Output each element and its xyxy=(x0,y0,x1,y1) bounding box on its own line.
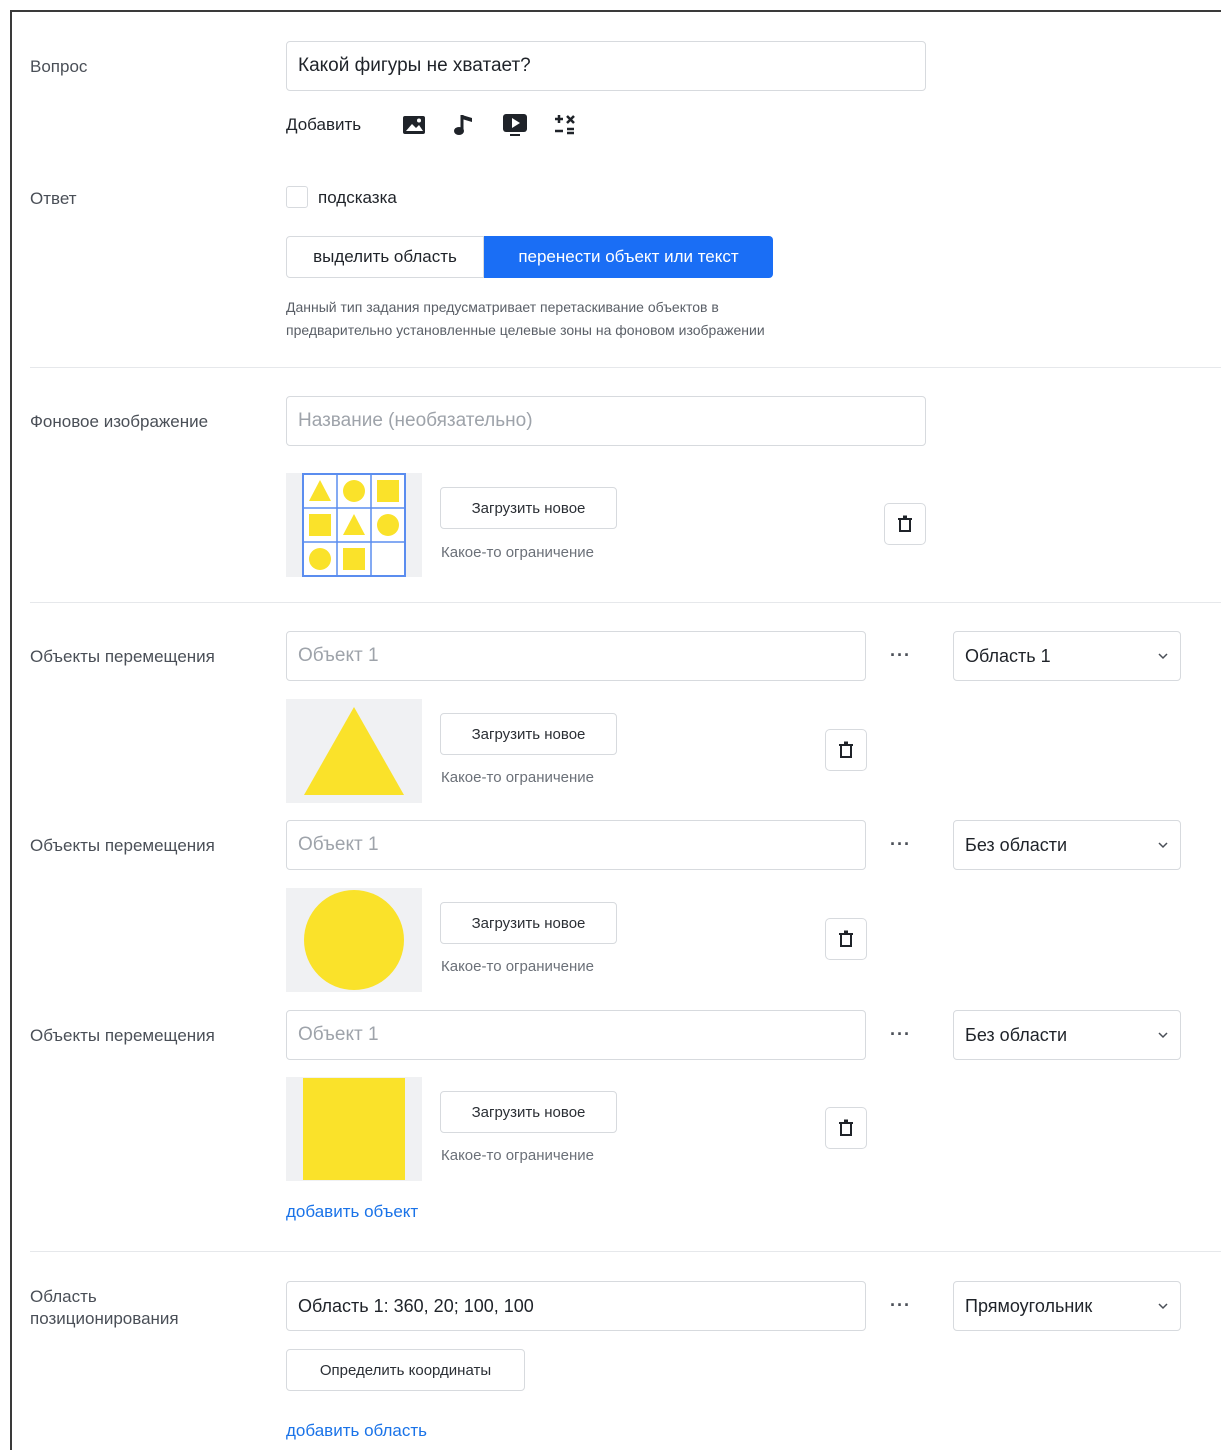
object-label: Объекты перемещения xyxy=(30,1026,215,1045)
more-options-button[interactable]: ··· xyxy=(890,1295,911,1316)
background-upload-button[interactable]: Загрузить новое xyxy=(440,487,617,529)
object-area-select[interactable]: Без области xyxy=(953,820,1181,870)
chevron-down-icon xyxy=(1158,1032,1168,1039)
trash-icon xyxy=(839,930,853,947)
shape-type-value: Прямоугольник xyxy=(965,1295,1093,1316)
background-name-input[interactable]: Название (необязательно) xyxy=(286,396,926,446)
answer-label: Ответ xyxy=(30,189,77,208)
object-thumbnail xyxy=(286,888,422,992)
triangle-shape xyxy=(304,707,404,795)
object-name-input[interactable]: Объект 1 xyxy=(286,1010,866,1060)
formula-icon[interactable] xyxy=(552,112,578,138)
background-thumbnail xyxy=(286,473,422,577)
section-divider xyxy=(30,602,1221,603)
object-area-select[interactable]: Область 1 xyxy=(953,631,1181,681)
grid-image xyxy=(302,473,406,577)
hint-checkbox[interactable] xyxy=(286,186,308,208)
object-label: Объекты перемещения xyxy=(30,836,215,855)
section-divider xyxy=(30,367,1221,368)
object-delete-button[interactable] xyxy=(825,1107,867,1149)
mode-drag-object-button[interactable]: перенести объект или текст xyxy=(484,236,773,278)
square-shape xyxy=(303,1078,405,1180)
more-options-button[interactable]: ··· xyxy=(890,645,911,666)
description-line-2: предварительно установленные целевые зон… xyxy=(286,322,765,338)
object-area-value: Без области xyxy=(965,834,1068,855)
section-divider xyxy=(30,1251,1221,1252)
object-delete-button[interactable] xyxy=(825,918,867,960)
object-area-select[interactable]: Без области xyxy=(953,1010,1181,1060)
object-label: Объекты перемещения xyxy=(30,647,215,666)
object-restriction: Какое-то ограничение xyxy=(441,1147,595,1164)
object-thumbnail xyxy=(286,1077,422,1181)
more-options-button[interactable]: ··· xyxy=(890,1024,911,1045)
add-media-label: Добавить xyxy=(286,115,362,134)
more-options-button[interactable]: ··· xyxy=(890,834,911,855)
trash-icon xyxy=(839,1119,853,1136)
add-object-link[interactable]: добавить объект xyxy=(286,1202,418,1222)
add-area-link[interactable]: добавить область xyxy=(286,1421,427,1441)
circle-shape xyxy=(304,890,404,990)
question-label: Вопрос xyxy=(30,57,88,76)
video-icon[interactable] xyxy=(501,112,529,138)
trash-icon xyxy=(839,741,853,758)
object-restriction: Какое-то ограничение xyxy=(441,769,595,786)
description-line-1: Данный тип задания предусматривает перет… xyxy=(286,299,719,315)
hint-checkbox-label: подсказка xyxy=(318,188,397,207)
positioning-coordinates-input[interactable]: Область 1: 360, 20; 100, 100 xyxy=(286,1281,866,1331)
positioning-label: Область позиционирования xyxy=(30,1286,179,1330)
background-label: Фоновое изображение xyxy=(30,412,209,431)
mode-description: Данный тип задания предусматривает перет… xyxy=(286,296,886,342)
background-restriction: Какое-то ограничение xyxy=(441,544,595,561)
answer-mode-toggle: выделить область перенести объект или те… xyxy=(286,236,773,278)
trash-icon xyxy=(898,515,912,532)
object-upload-button[interactable]: Загрузить новое xyxy=(440,902,617,944)
object-name-input[interactable]: Объект 1 xyxy=(286,820,866,870)
object-delete-button[interactable] xyxy=(825,729,867,771)
positioning-label-line-1: Область xyxy=(30,1287,97,1306)
positioning-label-line-2: позиционирования xyxy=(30,1309,179,1328)
chevron-down-icon xyxy=(1158,1303,1168,1310)
image-icon[interactable] xyxy=(401,113,427,137)
background-delete-button[interactable] xyxy=(884,503,926,545)
music-note-icon[interactable] xyxy=(452,112,476,138)
object-upload-button[interactable]: Загрузить новое xyxy=(440,713,617,755)
chevron-down-icon xyxy=(1158,842,1168,849)
object-name-input[interactable]: Объект 1 xyxy=(286,631,866,681)
question-input[interactable]: Какой фигуры не хватает? xyxy=(286,41,926,91)
object-thumbnail xyxy=(286,699,422,803)
mode-select-area-button[interactable]: выделить область xyxy=(286,236,484,278)
define-coordinates-button[interactable]: Определить координаты xyxy=(286,1349,525,1391)
object-area-value: Без области xyxy=(965,1024,1068,1045)
shape-type-select[interactable]: Прямоугольник xyxy=(953,1281,1181,1331)
object-restriction: Какое-то ограничение xyxy=(441,958,595,975)
chevron-down-icon xyxy=(1158,653,1168,660)
object-area-value: Область 1 xyxy=(965,645,1051,666)
object-upload-button[interactable]: Загрузить новое xyxy=(440,1091,617,1133)
